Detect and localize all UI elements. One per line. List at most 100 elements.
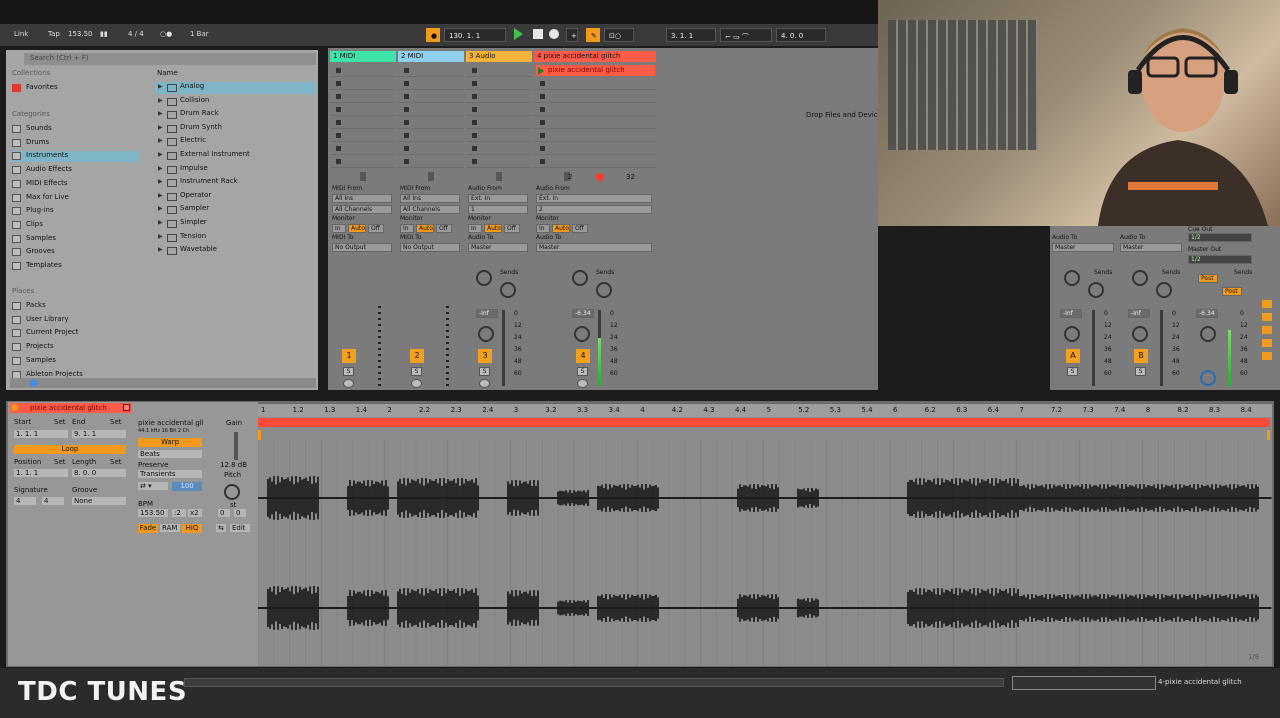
sidebar-item-drums[interactable]: Drums xyxy=(12,138,140,149)
length-field[interactable]: 8. 0. 0 xyxy=(72,469,126,477)
clip-slot[interactable] xyxy=(466,65,532,77)
overdub-icon[interactable]: + xyxy=(566,28,578,42)
monitor-auto-button[interactable]: Auto xyxy=(416,224,434,233)
track-activator-2[interactable]: 2 xyxy=(410,349,424,363)
solo-button[interactable]: S xyxy=(577,367,588,376)
overview-thumb[interactable] xyxy=(1012,676,1156,690)
expand-arrow-icon[interactable]: ▶ xyxy=(158,205,163,212)
clip-slot[interactable] xyxy=(398,91,464,103)
pan-knob[interactable] xyxy=(478,326,494,342)
double-tempo-button[interactable]: x2 xyxy=(188,509,202,517)
tempo-field[interactable]: 153.50 xyxy=(68,30,93,38)
clip-slot[interactable] xyxy=(534,156,656,168)
device-operator[interactable]: ▶ Operator xyxy=(156,191,316,203)
monitor-off-button[interactable]: Off xyxy=(436,224,452,233)
volume-field[interactable]: -6.34 xyxy=(572,309,594,318)
sidebar-item-midi-effects[interactable]: MIDI Effects xyxy=(12,179,140,190)
sidebar-item-max-for-live[interactable]: Max for Live xyxy=(12,193,140,204)
hiq-toggle[interactable]: HiQ xyxy=(182,524,202,533)
loop-start-field[interactable]: 3. 1. 1 xyxy=(666,28,716,42)
expand-arrow-icon[interactable]: ▶ xyxy=(158,124,163,131)
length-set-button[interactable]: Set xyxy=(110,458,122,466)
sidebar-item-plug-ins[interactable]: Plug-ins xyxy=(12,206,140,217)
sidebar-item-favorites[interactable]: Favorites xyxy=(12,83,58,94)
cue-volume-knob[interactable] xyxy=(1200,370,1216,386)
monitor-off-button[interactable]: Off xyxy=(368,224,384,233)
warp-mode-select[interactable]: Beats xyxy=(138,450,202,458)
pitch-coarse-field[interactable]: 0 xyxy=(218,509,230,517)
clip-slot[interactable] xyxy=(398,78,464,90)
start-field[interactable]: 1. 1. 1 xyxy=(14,430,68,438)
clip-slot[interactable] xyxy=(466,91,532,103)
reverse-icon[interactable]: ⇆ xyxy=(216,524,226,532)
output-type-select[interactable]: No Output xyxy=(400,243,460,252)
input-type-select[interactable]: All Ins xyxy=(332,194,392,203)
clip-slot[interactable] xyxy=(398,104,464,116)
solo-button[interactable]: S xyxy=(479,367,490,376)
tap-button[interactable]: Tap xyxy=(48,30,60,38)
sidebar-item-grooves[interactable]: Grooves xyxy=(12,247,140,258)
send-b-knob[interactable] xyxy=(596,282,612,298)
transient-envelope-field[interactable]: 100 xyxy=(172,482,202,491)
clip-slot[interactable] xyxy=(398,156,464,168)
expand-arrow-icon[interactable]: ▶ xyxy=(158,151,163,158)
cue-out-select[interactable]: 1/2 xyxy=(1188,233,1252,242)
metronome-icon[interactable]: ▮▮ xyxy=(100,30,108,38)
master-volume-field[interactable]: -6.34 xyxy=(1196,309,1218,318)
clip-slot[interactable] xyxy=(398,65,464,77)
clip-pixie[interactable]: pixie accidental glitch xyxy=(536,65,655,76)
place-item-samples[interactable]: Samples xyxy=(12,356,56,367)
monitor-in-button[interactable]: In xyxy=(468,224,482,233)
expand-arrow-icon[interactable]: ▶ xyxy=(158,110,163,117)
clip-slot[interactable] xyxy=(466,130,532,142)
start-marker[interactable] xyxy=(258,430,261,440)
clip-slot[interactable] xyxy=(330,104,396,116)
expand-arrow-icon[interactable]: ▶ xyxy=(158,97,163,104)
solo-button[interactable]: S xyxy=(1135,367,1146,376)
expand-arrow-icon[interactable]: ▶ xyxy=(158,178,163,185)
monitor-auto-button[interactable]: Auto xyxy=(552,224,570,233)
sidebar-item-instruments[interactable]: Instruments xyxy=(12,151,140,163)
device-analog[interactable]: ▶ Analog xyxy=(156,82,316,94)
clip-slot[interactable] xyxy=(330,130,396,142)
clip-stop-icon[interactable] xyxy=(496,172,502,181)
clip-color-icon[interactable] xyxy=(123,404,130,411)
send-a-knob[interactable] xyxy=(572,270,588,286)
input-channel-select[interactable]: 1 xyxy=(468,205,528,214)
device-wavetable[interactable]: ▶ Wavetable xyxy=(156,245,316,257)
loop-length-field[interactable]: 4. 0. 0 xyxy=(776,28,826,42)
clip-slot[interactable] xyxy=(330,91,396,103)
stop-button[interactable] xyxy=(533,29,543,39)
punch-icons[interactable]: ⌐ ▭ ⌒ xyxy=(720,28,772,42)
arrangement-record-button[interactable]: ● xyxy=(426,28,440,42)
input-channel-select[interactable]: All Channels xyxy=(332,205,392,214)
loop-switch-icon[interactable]: ⊡○ xyxy=(604,28,634,42)
start-set-button[interactable]: Set xyxy=(54,418,66,426)
expand-arrow-icon[interactable]: ▶ xyxy=(158,137,163,144)
return-activator[interactable]: B xyxy=(1134,349,1148,363)
clip-slot[interactable] xyxy=(398,143,464,155)
sidebar-item-templates[interactable]: Templates xyxy=(12,261,140,272)
device-instrument-rack[interactable]: ▶ Instrument Rack xyxy=(156,177,316,189)
signature-denominator[interactable]: 4 xyxy=(42,497,64,505)
sidebar-item-clips[interactable]: Clips xyxy=(12,220,140,231)
post-toggle-b[interactable]: Post xyxy=(1222,287,1242,296)
place-item-packs[interactable]: Packs xyxy=(12,301,46,312)
clip-slot[interactable] xyxy=(398,130,464,142)
input-channel-select[interactable]: All Channels xyxy=(400,205,460,214)
solo-button[interactable]: S xyxy=(343,367,354,376)
pan-knob[interactable] xyxy=(1132,326,1148,342)
output-type-select[interactable]: Master xyxy=(1052,243,1114,252)
name-column-header[interactable]: Name xyxy=(154,69,318,79)
monitor-in-button[interactable]: In xyxy=(332,224,346,233)
output-type-select[interactable]: Master xyxy=(468,243,528,252)
record-button[interactable] xyxy=(549,29,559,39)
expand-arrow-icon[interactable]: ▶ xyxy=(158,219,163,226)
place-item-projects[interactable]: Projects xyxy=(12,342,54,353)
expand-arrow-icon[interactable]: ▶ xyxy=(158,192,163,199)
clip-slot[interactable] xyxy=(534,130,656,142)
volume-field[interactable]: -Inf xyxy=(1128,309,1150,318)
expand-arrow-icon[interactable]: ▶ xyxy=(158,246,163,253)
time-signature-field[interactable]: 4 / 4 xyxy=(128,30,144,38)
device-external-instrument[interactable]: ▶ External Instrument xyxy=(156,150,316,162)
